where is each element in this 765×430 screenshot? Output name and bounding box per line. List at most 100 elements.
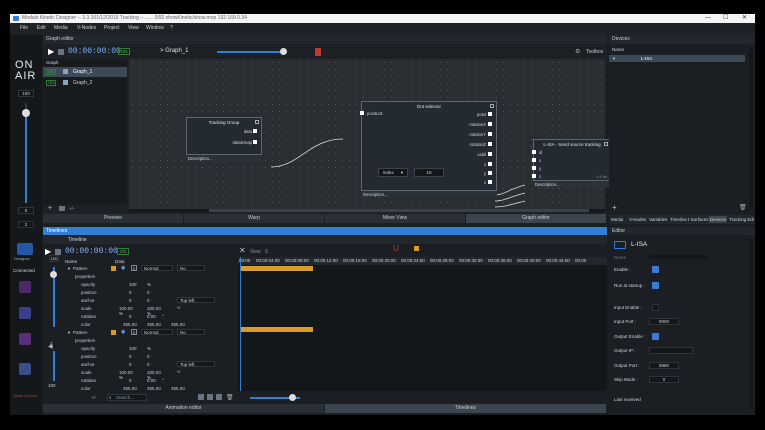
prop-value[interactable]: 0 [147,290,150,295]
playhead[interactable] [240,257,241,391]
input-port[interactable] [532,166,536,170]
menu-edit[interactable]: Edit [37,25,46,31]
layer-fader-handle[interactable] [50,271,57,278]
tab-preview[interactable]: Preview [43,214,184,223]
expand-icon[interactable]: ▼ [67,330,71,335]
close-icon[interactable]: ✕ [742,14,747,23]
prop-value[interactable]: 0 [129,314,132,319]
magnet-icon[interactable]: U [393,244,399,253]
graph-on-toggle[interactable]: ON [118,48,130,55]
play-tool-icon[interactable] [19,363,31,375]
devices-scrollbar[interactable] [749,47,753,207]
output-enable-checkbox[interactable] [652,333,659,340]
editor-scrollbar[interactable] [749,239,753,409]
graph-item-state[interactable]: ON [46,69,56,75]
index-number-input[interactable]: 10 [414,168,444,177]
zoom-slider-handle[interactable] [289,394,296,401]
output-port[interactable] [488,162,492,166]
time-ruler[interactable]: 00:00 00:00:04:00 00:00:08:00 00:00:12:0… [238,257,607,265]
tab-timeline[interactable]: Timeline [68,237,87,243]
prop-value[interactable]: 0 [129,354,132,359]
graph-list-item[interactable]: ON Graph_1 [43,67,127,77]
add-device-icon[interactable]: + [612,203,617,212]
master-value[interactable]: 100 [18,90,34,97]
tab-animation-editor[interactable]: Animation editor [43,404,325,413]
prop-value[interactable]: 0.00 [147,314,156,319]
prop-value[interactable]: 255.00 [171,386,185,391]
add-graph-icon[interactable]: + [48,205,52,212]
menu-media[interactable]: Media [54,25,68,31]
menu-window[interactable]: Window [146,25,164,31]
blend-select[interactable]: Normal [141,265,173,271]
layer-color-swatch[interactable] [111,266,116,271]
minimize-icon[interactable]: — [705,14,711,23]
prop-value[interactable]: 0 [129,378,132,383]
stop-icon[interactable] [58,49,64,55]
prop-value[interactable]: 255.00 [123,386,137,391]
tab-tracking-editor[interactable]: Tracking Edi [729,217,754,222]
value-zero[interactable]: 0 [18,207,34,214]
canvas-scroll-thumb[interactable] [209,209,589,212]
expand-icon[interactable]: ▼ [67,266,71,271]
toolbox-icon[interactable]: ⚙ [575,48,580,55]
tab-isurfaces[interactable]: I-Surfaces [688,217,709,222]
output-port[interactable] [488,171,492,175]
graph-speed-handle[interactable] [280,48,287,55]
output-ip-field[interactable] [649,347,693,354]
prop-value[interactable]: 0 [147,362,150,367]
toolbox-label[interactable]: Toolbox [586,49,603,55]
prop-value[interactable]: 255.00 [147,322,161,327]
input-port[interactable] [360,111,364,115]
folder-icon[interactable] [59,206,65,211]
prop-value[interactable]: 255.00 [123,322,137,327]
marker-icon[interactable] [414,246,419,251]
prop-value[interactable]: 0.00 [147,378,156,383]
device-expand-icon[interactable]: ▼ [612,56,616,61]
layer-opacity-value[interactable]: 100 [49,255,59,262]
input-port[interactable] [532,174,536,178]
group-layer-icon[interactable] [216,394,222,400]
prop-value[interactable]: 255.00 [171,322,185,327]
graph-speed-slider[interactable] [217,51,283,53]
master-slider-handle[interactable] [22,109,30,117]
lisa-send-node[interactable]: L-ISA - Send source tracking id x y z 0.… [532,139,611,181]
node-close-icon[interactable] [490,104,494,108]
node-description[interactable]: Description... [186,155,262,162]
tab-media[interactable]: Media [611,217,623,222]
layer-row[interactable]: ▼ Pattern ◉ S Normal No [65,265,237,273]
graph-item-state[interactable]: ON [46,80,56,86]
menu-view[interactable]: View [128,25,139,31]
grid-tool-icon[interactable] [19,307,31,319]
link-icon[interactable]: ∞ [177,305,181,311]
tab-devices[interactable]: Devices [709,216,728,223]
blend-select[interactable]: Normal [141,329,173,335]
input-port[interactable] [532,158,536,162]
node-close-icon[interactable] [255,120,259,124]
eye-icon[interactable]: ◉ [121,329,125,335]
timeline-tool-icon[interactable] [19,281,31,293]
breadcrumb[interactable]: > Graph_1 [160,48,189,54]
anchor-select[interactable]: Top left [177,361,215,367]
no-select[interactable]: No [177,329,205,335]
output-port[interactable] [488,152,492,156]
clip-pattern-2[interactable] [241,327,313,332]
layer-row[interactable]: ▼ Pattern ◉ S Normal No [65,329,237,337]
prop-value[interactable]: 0 [129,362,132,367]
solo-icon[interactable]: S [131,329,137,335]
solo-icon[interactable]: S [131,265,137,271]
timeline-on-toggle[interactable]: ON [117,248,129,255]
tab-graph-editor[interactable]: Graph editor [466,214,607,223]
delete-device-icon[interactable]: 🗑 [739,204,747,211]
maximize-icon[interactable]: ☐ [723,14,728,23]
prop-value[interactable]: 100 [129,282,137,287]
index-select[interactable]: index ▼ [378,168,408,177]
prop-value[interactable]: 0 [129,298,132,303]
tracking-group-node[interactable]: Tracking Group data datalemap [186,117,262,155]
output-port[interactable] [488,142,492,146]
output-port[interactable] [488,112,492,116]
subgraph-icon[interactable]: +/- [69,206,74,211]
menu-project[interactable]: Project [104,25,120,31]
output-port[interactable] [488,122,492,126]
designer-icon[interactable] [17,243,33,255]
speaker-icon[interactable]: ◀ [48,343,53,350]
